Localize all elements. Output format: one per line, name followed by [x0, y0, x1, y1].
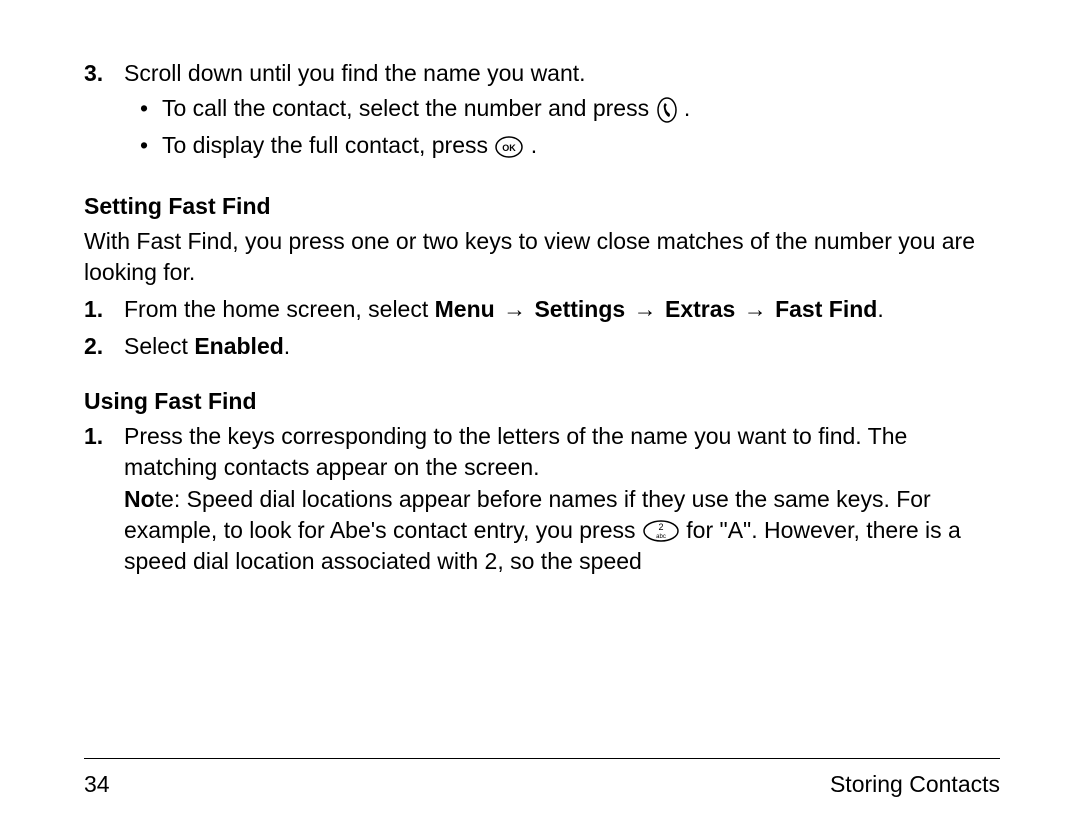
- bullet-dot: •: [140, 130, 152, 161]
- bullet-before: To call the contact, select the number a…: [162, 95, 656, 121]
- enabled-label: Enabled: [194, 333, 283, 359]
- bullet-text: To call the contact, select the number a…: [162, 93, 690, 124]
- arrow-icon: →: [495, 296, 535, 322]
- step-trail: .: [877, 296, 883, 322]
- step-number: 2.: [84, 331, 110, 362]
- step-number: 1.: [84, 294, 110, 325]
- using-note: Note: Speed dial locations appear before…: [124, 484, 1000, 577]
- step-body: Scroll down until you find the name you …: [124, 58, 1000, 167]
- extras-label: Extras: [665, 296, 735, 322]
- heading-setting-fast-find: Setting Fast Find: [84, 191, 1000, 222]
- step-3: 3. Scroll down until you find the name y…: [84, 58, 1000, 167]
- step-lead: Select: [124, 333, 194, 359]
- document-page: 3. Scroll down until you find the name y…: [0, 0, 1080, 834]
- bullet-text: To display the full contact, press OK .: [162, 130, 537, 161]
- bullet-before: To display the full contact, press: [162, 132, 494, 158]
- step-body: From the home screen, select Menu → Sett…: [124, 294, 1000, 325]
- setting-intro-paragraph: With Fast Find, you press one or two key…: [84, 226, 1000, 288]
- page-number: 34: [84, 769, 110, 800]
- heading-using-fast-find: Using Fast Find: [84, 386, 1000, 417]
- setting-step-2: 2. Select Enabled.: [84, 331, 1000, 362]
- bullet-item: • To display the full contact, press OK …: [140, 130, 1000, 161]
- footer-rule: [84, 758, 1000, 769]
- key-2abc-icon: 2 abc: [642, 519, 680, 543]
- step-lead: From the home screen, select: [124, 296, 435, 322]
- bullet-dot: •: [140, 93, 152, 124]
- ok-key-icon: OK: [494, 135, 524, 159]
- footer-row: 34 Storing Contacts: [84, 769, 1000, 800]
- bullet-after: .: [684, 95, 690, 121]
- arrow-icon: →: [735, 296, 775, 322]
- settings-label: Settings: [534, 296, 625, 322]
- note-bold-prefix: No: [124, 486, 155, 512]
- svg-text:OK: OK: [503, 143, 517, 153]
- step-text: Scroll down until you find the name you …: [124, 60, 586, 86]
- menu-label: Menu: [435, 296, 495, 322]
- fast-find-label: Fast Find: [775, 296, 877, 322]
- section-title: Storing Contacts: [830, 769, 1000, 800]
- bullet-item: • To call the contact, select the number…: [140, 93, 1000, 124]
- step-body: Press the keys corresponding to the lett…: [124, 421, 1000, 576]
- setting-step-1: 1. From the home screen, select Menu → S…: [84, 294, 1000, 325]
- step-trail: .: [284, 333, 290, 359]
- call-key-icon: [656, 96, 678, 124]
- bullet-list: • To call the contact, select the number…: [124, 93, 1000, 161]
- arrow-icon: →: [625, 296, 665, 322]
- using-step-1: 1. Press the keys corresponding to the l…: [84, 421, 1000, 576]
- step-number: 1.: [84, 421, 110, 576]
- page-footer: 34 Storing Contacts: [84, 758, 1000, 800]
- svg-text:2: 2: [658, 522, 663, 532]
- step-number: 3.: [84, 58, 110, 167]
- svg-text:abc: abc: [656, 534, 666, 540]
- bullet-after: .: [531, 132, 537, 158]
- using-line1: Press the keys corresponding to the lett…: [124, 421, 1000, 483]
- step-body: Select Enabled.: [124, 331, 1000, 362]
